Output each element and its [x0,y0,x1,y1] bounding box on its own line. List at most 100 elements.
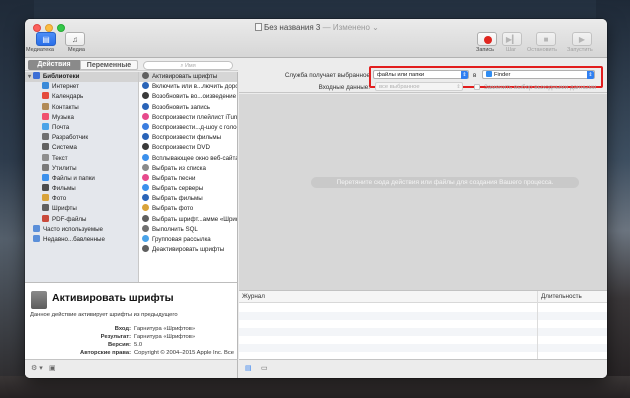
category-label: Библиотеки [42,73,80,80]
window-title-separator: — [320,23,333,32]
log-panel: Журнал Длительность [239,290,607,360]
run-button[interactable]: ▶ [572,32,592,46]
action-list-item[interactable]: Выбрать фильмы [139,194,237,204]
select-arrows-icon: ⇕ [456,84,461,90]
action-label: Деактивировать шрифты [152,246,225,254]
safari-icon [142,153,149,161]
tab-variables[interactable]: Переменные [80,60,138,70]
close-window-button[interactable] [33,24,41,32]
action-list-item[interactable]: Всплывающее окно веб-сайта [139,153,237,164]
action-label: Воспроизвести плейлист iTunes [152,113,237,121]
document-icon [255,23,262,31]
action-list-item[interactable]: Выбрать песни [139,173,237,184]
sidebar-item-category[interactable]: Календарь [25,92,138,102]
library-search-input[interactable]: ⌕ Имя [143,61,233,70]
sidebar-item-category[interactable]: Интернет [25,82,138,92]
action-list-item[interactable]: Активировать шрифты [139,72,237,83]
category-label: Почта [52,123,70,131]
sidebar-item-category[interactable]: Фильмы [25,184,138,194]
sidebar-item-category[interactable]: Фото [25,194,138,204]
dvd-icon [142,92,149,100]
action-label: Всплывающее окно веб-сайта [152,154,237,162]
action-list-item[interactable]: Деактивировать шрифты [139,245,237,255]
workflow-bottom-bar: ▤ ▭ [239,359,607,378]
sidebar-item-category[interactable]: Разработчик [25,133,138,143]
sidebar-item-category[interactable]: Шрифты [25,204,138,214]
replace-selection-checkbox[interactable] [474,84,480,90]
workflow-drop-hint: Перетяните сюда действия или файлы для с… [311,177,579,188]
action-list-item[interactable]: Возобновить во...оизведение DVD [139,92,237,102]
log-header: Журнал Длительность [239,291,607,303]
sidebar-item-category[interactable]: Контакты [25,102,138,113]
sidebar-item-category[interactable]: Файлы и папки [25,173,138,184]
window-title-text: Без названия 3 [264,23,321,32]
action-list-item[interactable]: Выполнить SQL [139,224,237,235]
gear-icon[interactable]: ⚙ ▾ [31,364,43,374]
tab-actions[interactable]: Действия [28,60,80,70]
action-list-item[interactable]: Групповая рассылка [139,235,237,245]
step-icon: ▶▎ [505,35,519,44]
chevron-down-icon[interactable]: ⌄ [372,23,379,32]
log-column-duration[interactable]: Длительность [541,291,582,303]
dvd-icon [142,143,149,151]
input-data-select[interactable]: все выбранное ⇕ [375,82,463,91]
workflow-area[interactable]: Перетяните сюда действия или файлы для с… [239,94,607,290]
zoom-window-button[interactable] [57,24,65,32]
sidebar-item-category[interactable]: Утилиты [25,163,138,174]
sidebar-item-category[interactable]: Система [25,143,138,153]
action-list-item[interactable]: Выбрать фото [139,204,237,214]
action-label: Выбрать шрифт...амме «Шрифты» [152,215,237,223]
action-list-item[interactable]: Включить или в...лючить дорожки [139,82,237,92]
action-list-item[interactable]: Возобновить запись [139,102,237,113]
music-icon [42,112,49,120]
category-label: Календарь [52,93,84,101]
action-list-item[interactable]: Выбрать серверы [139,184,237,194]
keynote-icon [142,122,149,130]
step-button[interactable]: ▶▎ [502,32,522,46]
action-label: Выбрать песни [152,174,196,182]
description-value: 5.0 [134,342,143,348]
category-label: Недавно...бавленные [43,236,105,243]
automator-window: Без названия 3 — Изменено ⌄ ▤ Медиатека … [25,19,607,378]
action-label: Выполнить SQL [152,225,198,233]
sidebar-item-category[interactable]: Недавно...бавленные [25,235,138,245]
quicktime-icon [142,82,149,90]
sidebar-item-category[interactable]: Музыка [25,112,138,123]
log-row [239,304,607,312]
calendar-icon [42,92,49,100]
quicktime-icon [142,194,149,202]
action-label: Возобновить во...оизведение DVD [152,93,237,101]
window-title-state[interactable]: Изменено [333,23,370,32]
action-list-item[interactable]: Воспроизвести...д-шоу с голосом [139,122,237,133]
description-key: Результат: [100,334,131,340]
finder-icon [42,173,49,181]
log-column-journal[interactable]: Журнал [242,291,265,303]
variables-view-icon[interactable]: ▭ [261,364,268,374]
action-list-item[interactable]: Воспроизвести фильмы [139,133,237,143]
action-list-item[interactable]: Воспроизвести плейлист iTunes [139,112,237,123]
minimize-window-button[interactable] [45,24,53,32]
action-label: Воспроизвести фильмы [152,134,222,142]
category-label: Разработчик [52,134,89,142]
media-icon: ♫ [72,35,78,44]
sidebar-item-category[interactable]: PDF-файлы [25,214,138,225]
developer-icon [42,133,49,141]
action-list-item[interactable]: Воспроизвести DVD [139,143,237,153]
record-button[interactable] [477,32,497,46]
contacts-icon [42,102,49,110]
input-data-value: все выбранное [379,84,420,90]
action-list-item[interactable]: Выбрать шрифт...амме «Шрифты» [139,214,237,225]
fonts-icon [42,204,49,212]
sidebar-item-category[interactable]: Текст [25,153,138,164]
stop-button[interactable]: ■ [536,32,556,46]
library-button[interactable]: ▤ [36,32,56,46]
smart-folder-recent-icon [33,235,40,242]
description-toggle-icon[interactable]: ▣ [49,364,56,374]
desktop-background-bottom [0,376,630,398]
sidebar-item-category[interactable]: Часто используемые [25,224,138,235]
sidebar-item-category[interactable]: ▾ Библиотеки [25,72,138,83]
sidebar-item-category[interactable]: Почта [25,122,138,133]
action-list-item[interactable]: Выбрать из списка [139,163,237,174]
media-button[interactable]: ♫ [65,32,85,46]
list-view-icon[interactable]: ▤ [245,364,252,374]
